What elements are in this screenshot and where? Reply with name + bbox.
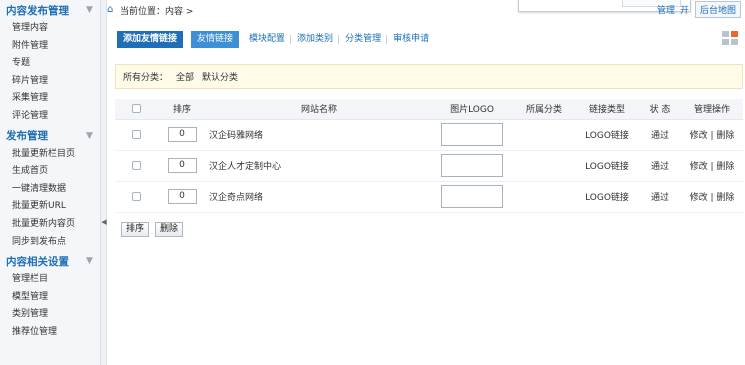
category-cell	[513, 181, 575, 213]
tab-review-requests[interactable]: 审核申请	[387, 31, 435, 48]
sidebar-item[interactable]: 管理内容	[0, 20, 100, 38]
top-links: 管理 开 后台地图	[652, 0, 745, 18]
breadcrumb-path[interactable]: 内容 >	[165, 4, 193, 17]
table-row: 0 汉企奇点网络 LOGO链接 通过 修改 | 删除	[115, 181, 743, 213]
link-type: LOGO链接	[575, 150, 639, 182]
sidebar-item[interactable]: 评论管理	[0, 108, 100, 126]
sidebar-item[interactable]: 批量更新URL	[0, 198, 100, 216]
order-input[interactable]: 0	[167, 158, 197, 173]
link-type: LOGO链接	[575, 119, 639, 151]
grid-icon[interactable]	[721, 30, 739, 47]
order-input[interactable]: 0	[167, 189, 197, 204]
site-name: 汉企奇点网络	[207, 181, 431, 213]
column-header: 管理操作	[681, 99, 743, 120]
sort-button[interactable]: 排序	[121, 222, 150, 237]
column-header: 排序	[157, 99, 207, 120]
sidebar-item[interactable]: 碎片管理	[0, 73, 100, 91]
link-type: LOGO链接	[575, 181, 639, 213]
sidebar-section-title: 内容发布管理	[6, 4, 69, 17]
sidebar-item[interactable]: 类别管理	[0, 306, 100, 324]
row-checkbox[interactable]	[131, 160, 141, 170]
tab-category-manage[interactable]: 分类管理	[339, 31, 388, 48]
sidebar-section-title: 发布管理	[6, 130, 48, 143]
table-row: 0 汉企码雅网络 LOGO链接 通过 修改 | 删除	[115, 119, 743, 151]
tab-links[interactable]: 友情链接	[191, 31, 240, 48]
site-name: 汉企人才定制中心	[207, 150, 431, 182]
sidebar-item[interactable]: 批量更新栏目页	[0, 146, 100, 164]
sidebar-section-header[interactable]: 内容发布管理 ▼	[0, 0, 100, 20]
row-actions: 修改 | 删除	[681, 119, 743, 151]
row-checkbox[interactable]	[131, 191, 141, 201]
sidebar-section-header[interactable]: 发布管理 ▼	[0, 126, 100, 146]
tab-bar: 添加友情链接 友情链接 模块配置 添加类别 分类管理 审核申请	[117, 31, 435, 48]
sidebar: 内容发布管理 ▼ 管理内容 附件管理 专题 碎片管理 采集管理 评论管理 发布管…	[0, 0, 101, 365]
breadcrumb: ⌂ 当前位置： 内容 >	[107, 0, 193, 20]
column-header: 所属分类	[513, 99, 575, 120]
table-row: 0 汉企人才定制中心 LOGO链接 通过 修改 | 删除	[115, 150, 743, 182]
chevron-down-icon[interactable]: ▼	[85, 5, 94, 15]
category-cell	[513, 119, 575, 151]
filter-option-all[interactable]: 全部	[176, 70, 194, 83]
links-table: 排序 网站名称 图片LOGO 所属分类 链接类型 状 态 管理操作 0 汉企码雅…	[115, 99, 743, 213]
sidebar-item[interactable]: 批量更新内容页	[0, 216, 100, 234]
column-header: 状 态	[639, 99, 681, 120]
tab-add-category[interactable]: 添加类别	[291, 31, 340, 48]
tab-add-link[interactable]: 添加友情链接	[117, 31, 184, 48]
sidebar-item[interactable]: 专题	[0, 55, 100, 73]
top-link[interactable]: 管理	[657, 3, 675, 16]
logo-image	[441, 185, 503, 208]
row-checkbox[interactable]	[131, 129, 141, 139]
filter-label: 所有分类：	[123, 73, 169, 83]
sidebar-item[interactable]: 推荐位管理	[0, 324, 100, 342]
select-all-cell[interactable]	[115, 99, 157, 120]
edit-link[interactable]: 修改	[690, 193, 708, 203]
bulk-actions: 排序 删除	[121, 222, 189, 237]
sidebar-item[interactable]: 附件管理	[0, 38, 100, 56]
column-header: 图片LOGO	[431, 99, 513, 120]
tab-module-config[interactable]: 模块配置	[243, 31, 292, 48]
sidebar-item[interactable]: 同步到发布点	[0, 234, 100, 252]
table-header-row: 排序 网站名称 图片LOGO 所属分类 链接类型 状 态 管理操作	[115, 99, 743, 120]
filter-option-default[interactable]: 默认分类	[202, 70, 238, 83]
column-header: 链接类型	[575, 99, 639, 120]
status-cell: 通过	[639, 119, 681, 151]
chevron-down-icon[interactable]: ▼	[85, 131, 94, 141]
site-name: 汉企码雅网络	[207, 119, 431, 151]
sidebar-item[interactable]: 采集管理	[0, 90, 100, 108]
home-icon: ⌂	[107, 4, 114, 15]
category-filter: 所有分类： 全部 默认分类	[115, 64, 743, 89]
edit-link[interactable]: 修改	[690, 162, 708, 172]
site-map-button[interactable]: 后台地图	[694, 0, 741, 18]
delete-link[interactable]: 删除	[716, 162, 734, 172]
row-actions: 修改 | 删除	[681, 150, 743, 182]
delete-link[interactable]: 删除	[716, 193, 734, 203]
edit-link[interactable]: 修改	[690, 131, 708, 141]
breadcrumb-label: 当前位置：	[120, 6, 166, 17]
logo-image	[441, 123, 503, 146]
logo-image	[441, 154, 503, 177]
delete-link[interactable]: 删除	[716, 131, 734, 141]
sidebar-item[interactable]: 一键清理数据	[0, 181, 100, 199]
column-header: 网站名称	[207, 99, 431, 120]
category-cell	[513, 150, 575, 182]
top-link[interactable]: 开	[680, 3, 689, 16]
delete-button[interactable]: 删除	[155, 222, 184, 237]
chevron-down-icon[interactable]: ▼	[85, 256, 94, 266]
sidebar-item[interactable]: 生成首页	[0, 163, 100, 181]
main-panel: ⌂ 当前位置： 内容 > 管理 开 后台地图 添加友情链接 友情链接 模块配置 …	[107, 0, 745, 365]
sidebar-section-header[interactable]: 内容相关设置 ▼	[0, 251, 100, 271]
select-all-checkbox[interactable]	[131, 103, 141, 113]
sidebar-section-title: 内容相关设置	[6, 255, 69, 268]
row-actions: 修改 | 删除	[681, 181, 743, 213]
sidebar-item[interactable]: 管理栏目	[0, 271, 100, 289]
status-cell: 通过	[639, 181, 681, 213]
status-cell: 通过	[639, 150, 681, 182]
order-input[interactable]: 0	[167, 127, 197, 142]
sidebar-item[interactable]: 模型管理	[0, 289, 100, 307]
